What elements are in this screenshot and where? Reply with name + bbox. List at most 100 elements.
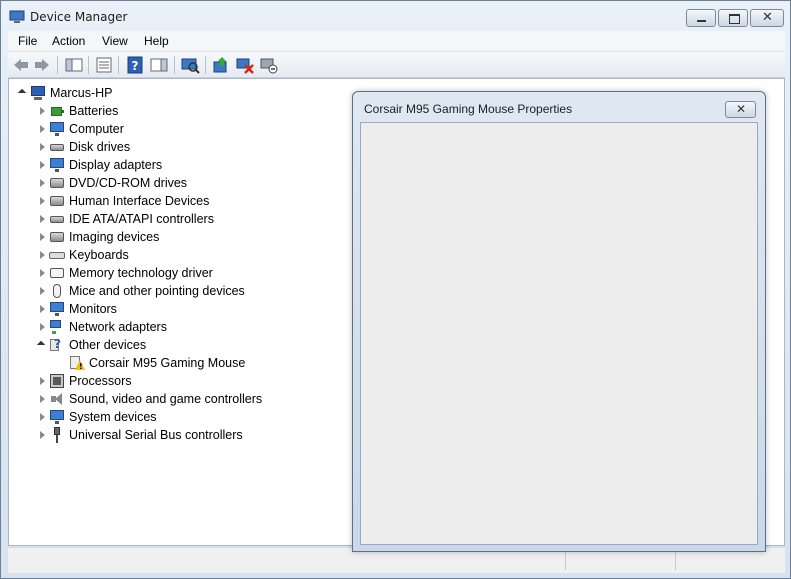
expand-icon[interactable] (37, 160, 47, 170)
ide-controller-icon (49, 211, 65, 227)
mouse-icon (49, 283, 65, 299)
battery-icon (49, 103, 65, 119)
update-driver-icon[interactable] (211, 56, 231, 74)
imaging-device-icon (49, 229, 65, 245)
properties-icon[interactable] (94, 56, 114, 74)
collapse-icon[interactable] (18, 88, 28, 98)
tree-item-ide-controllers[interactable]: IDE ATA/ATAPI controllers (37, 210, 214, 228)
expand-icon[interactable] (37, 250, 47, 260)
keyboard-icon (49, 247, 65, 263)
memory-icon (49, 265, 65, 281)
tree-item-label: Processors (69, 374, 132, 388)
window-title: Device Manager (30, 10, 128, 24)
tree-item-display-adapters[interactable]: Display adapters (37, 156, 162, 174)
help-icon[interactable]: ? (125, 56, 145, 74)
monitor-icon (49, 301, 65, 317)
menu-bar: File Action View Help (8, 31, 785, 52)
action-pane-icon[interactable] (149, 56, 169, 74)
expand-icon[interactable] (37, 196, 47, 206)
svg-text:?: ? (132, 59, 139, 73)
tree-item-label: Disk drives (69, 140, 131, 154)
speaker-icon (49, 391, 65, 407)
tree-item-label: Sound, video and game controllers (69, 392, 263, 406)
tree-item-mice[interactable]: Mice and other pointing devices (37, 282, 245, 300)
expand-icon[interactable] (37, 412, 47, 422)
expand-icon[interactable] (37, 376, 47, 386)
back-icon[interactable] (11, 56, 31, 74)
tree-item-batteries[interactable]: Batteries (37, 102, 118, 120)
tree-item-label: Keyboards (69, 248, 129, 262)
tree-item-label: Imaging devices (69, 230, 160, 244)
tree-root[interactable]: Marcus-HP (18, 84, 113, 102)
tree-item-label: Computer (69, 122, 124, 136)
expand-icon[interactable] (37, 304, 47, 314)
tree-item-human-interface-devices[interactable]: Human Interface Devices (37, 192, 209, 210)
tree-item-label: Human Interface Devices (69, 194, 210, 208)
tree-item-label: Batteries (69, 104, 119, 118)
tree-item-corsair-m95[interactable]: ! Corsair M95 Gaming Mouse (69, 354, 245, 372)
expand-icon[interactable] (37, 394, 47, 404)
minimize-button[interactable] (686, 9, 716, 27)
tree-item-memory-technology-driver[interactable]: Memory technology driver (37, 264, 213, 282)
tree-item-label: IDE ATA/ATAPI controllers (69, 212, 214, 226)
menu-help[interactable]: Help (141, 33, 172, 49)
expand-icon[interactable] (37, 232, 47, 242)
tree-item-label: System devices (69, 410, 157, 424)
forward-icon[interactable] (32, 56, 52, 74)
expand-icon[interactable] (37, 322, 47, 332)
collapse-icon[interactable] (37, 340, 47, 350)
tree-item-sound-video-game[interactable]: Sound, video and game controllers (37, 390, 262, 408)
dialog-title: Corsair M95 Gaming Mouse Properties (364, 102, 573, 116)
tree-item-label: Mice and other pointing devices (69, 284, 245, 298)
tree-item-disk-drives[interactable]: Disk drives (37, 138, 130, 156)
show-hide-console-tree-icon[interactable] (64, 56, 84, 74)
menu-view[interactable]: View (99, 33, 131, 49)
display-adapter-icon (49, 157, 65, 173)
expand-icon[interactable] (37, 142, 47, 152)
tree-item-label: Universal Serial Bus controllers (69, 428, 243, 442)
expand-icon[interactable] (37, 286, 47, 296)
close-button[interactable]: ✕ (750, 9, 784, 27)
expand-icon[interactable] (37, 214, 47, 224)
close-icon: ✕ (762, 10, 773, 25)
menu-action[interactable]: Action (49, 33, 88, 49)
expand-icon[interactable] (37, 268, 47, 278)
expand-icon[interactable] (37, 106, 47, 116)
expand-icon[interactable] (37, 178, 47, 188)
tree-item-system-devices[interactable]: System devices (37, 408, 157, 426)
maximize-button[interactable] (718, 9, 748, 27)
expand-icon[interactable] (37, 124, 47, 134)
tree-item-imaging-devices[interactable]: Imaging devices (37, 228, 159, 246)
computer-icon (49, 121, 65, 137)
computer-icon (30, 85, 46, 101)
tree-item-keyboards[interactable]: Keyboards (37, 246, 129, 264)
tree-item-monitors[interactable]: Monitors (37, 300, 117, 318)
tree-item-processors[interactable]: Processors (37, 372, 132, 390)
toolbar: ? (8, 52, 785, 78)
tree-item-dvd-cd-rom-drives[interactable]: DVD/CD-ROM drives (37, 174, 187, 192)
dvd-drive-icon (49, 175, 65, 191)
dialog-body (360, 122, 758, 545)
system-device-icon (49, 409, 65, 425)
uninstall-icon[interactable] (235, 56, 255, 74)
tree-item-network-adapters[interactable]: Network adapters (37, 318, 167, 336)
processor-icon (49, 373, 65, 389)
tree-item-computer[interactable]: Computer (37, 120, 124, 138)
tree-item-other-devices[interactable]: ? Other devices (37, 336, 146, 354)
network-adapter-icon (49, 319, 65, 335)
tree-item-usb-controllers[interactable]: Universal Serial Bus controllers (37, 426, 243, 444)
close-icon: ✕ (736, 102, 747, 116)
hid-icon (49, 193, 65, 209)
unknown-device-icon: ? (49, 337, 65, 353)
menu-file[interactable]: File (15, 33, 40, 49)
device-manager-icon (9, 10, 25, 23)
scan-hardware-icon[interactable] (180, 56, 200, 74)
tree-item-label: Display adapters (69, 158, 163, 172)
tree-item-label: Corsair M95 Gaming Mouse (89, 356, 246, 370)
title-bar[interactable]: Device Manager ✕ (1, 1, 790, 31)
dialog-close-button[interactable]: ✕ (725, 101, 756, 118)
expand-icon[interactable] (37, 430, 47, 440)
tree-item-label: Memory technology driver (69, 266, 213, 280)
tree-root-label: Marcus-HP (50, 86, 113, 100)
disable-icon[interactable] (259, 56, 279, 74)
